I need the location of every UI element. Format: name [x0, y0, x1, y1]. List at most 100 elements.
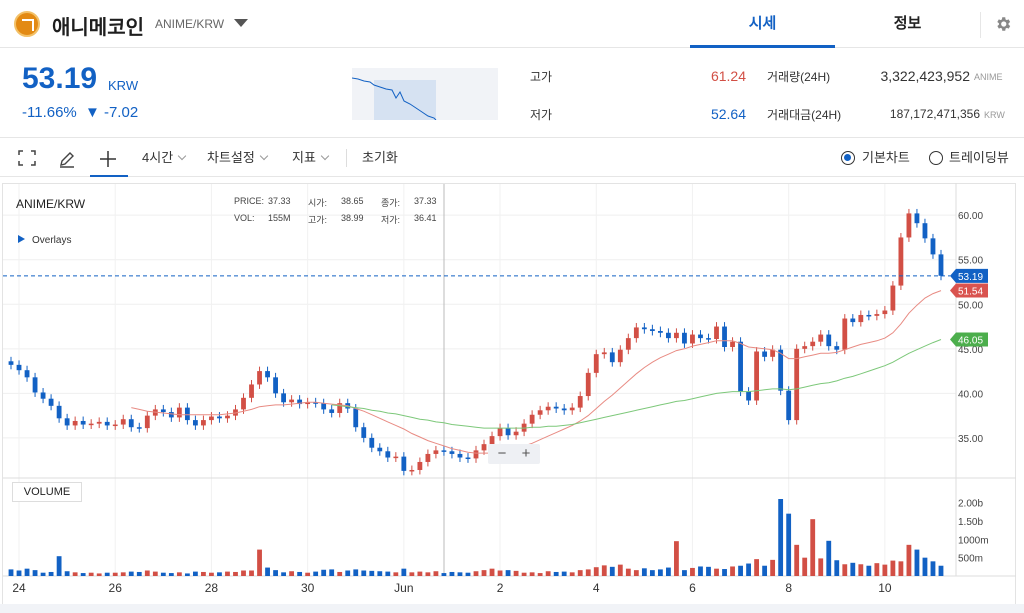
volume-bar [425, 572, 431, 576]
candle [738, 341, 743, 392]
ohlc-low-label: 저가: [381, 215, 401, 225]
tradingview-radio[interactable] [929, 151, 943, 165]
volume-bar [265, 567, 270, 576]
tab-info[interactable]: 정보 [835, 0, 980, 48]
candle [802, 346, 808, 349]
candle [810, 341, 816, 347]
fullscreen-icon[interactable] [18, 139, 40, 177]
candle [16, 364, 22, 371]
volume-bar [457, 572, 463, 576]
volume-bar [433, 571, 439, 576]
ma-short-tag: 51.54 [958, 287, 983, 298]
chevron-down-icon [259, 151, 269, 161]
candle [32, 377, 38, 393]
volume-tick-label: 1000m [958, 535, 989, 546]
candle [938, 254, 944, 276]
volume-bar [625, 568, 631, 576]
volume-bar [321, 569, 327, 576]
volume-bar [313, 571, 319, 576]
bottom-strip [0, 604, 1024, 613]
volume-bar [249, 570, 254, 576]
candle [321, 403, 327, 410]
chevron-down-icon[interactable] [234, 19, 248, 27]
candle [64, 418, 70, 426]
volume-bar [257, 549, 262, 576]
volume-bar [369, 570, 375, 576]
volume-tick-label: 1.50b [958, 517, 983, 528]
candle [633, 327, 639, 339]
candle [72, 420, 78, 426]
volume-bar [345, 570, 351, 576]
candle [874, 314, 880, 316]
candle [8, 361, 14, 365]
volume-bar [409, 572, 415, 576]
basic-chart-radio[interactable] [841, 151, 855, 165]
gear-icon[interactable] [980, 12, 1024, 38]
volume-bar [489, 568, 495, 576]
interval-select[interactable]: 4시간 [142, 139, 187, 177]
candle [457, 453, 463, 458]
crosshair-icon[interactable] [90, 139, 128, 177]
chart-area[interactable]: 60.00 55.00 50.00 45.00 40.00 35.00 24 26 28 30 Ju… [0, 178, 1024, 613]
volume-bar [465, 572, 471, 576]
zoom-in-button[interactable]: + [514, 445, 538, 462]
candle [682, 332, 687, 344]
volume-bar [690, 567, 695, 576]
zoom-out-button[interactable]: − [490, 445, 514, 462]
volume-bar [233, 571, 238, 576]
chart-settings-button[interactable]: 차트설정 [207, 139, 269, 177]
low-value: 52.64 [710, 106, 746, 122]
volume-bar [698, 566, 703, 576]
candle [481, 444, 487, 451]
zoom-controls: − + [488, 444, 540, 464]
candle [209, 416, 214, 421]
candle [385, 451, 391, 458]
volume-bar [128, 571, 134, 576]
ohlc-vol: 155M [268, 213, 291, 223]
volume-bar [168, 573, 174, 576]
candle [160, 409, 166, 413]
volume-bar [898, 561, 904, 576]
candle [265, 371, 270, 378]
volume-bar [329, 569, 335, 576]
change-amount: -7.02 [103, 104, 139, 121]
volume-bar [754, 559, 760, 576]
candle [818, 334, 824, 342]
indicators-button[interactable]: 지표 [292, 139, 330, 177]
volume-bar [281, 572, 286, 576]
price-unit: KRW [108, 78, 139, 93]
basic-chart-label[interactable]: 기본차트 [862, 139, 910, 177]
candle [914, 213, 920, 224]
tab-quote[interactable]: 시세 [690, 0, 835, 48]
candle [834, 346, 840, 350]
x-tick-label: 26 [109, 581, 123, 595]
volume-bar [553, 571, 559, 576]
volume-bar [794, 544, 800, 576]
pencil-icon[interactable] [58, 139, 80, 177]
volume-bar [818, 558, 824, 576]
volume-bar [201, 571, 206, 576]
volume-bar [16, 570, 22, 576]
volume-bar [601, 565, 607, 576]
candle [48, 398, 54, 406]
candle [505, 428, 511, 436]
candle [257, 371, 262, 385]
tradingview-label[interactable]: 트레이딩뷰 [949, 139, 1009, 177]
volume-bar [826, 540, 832, 576]
coin-logo [14, 11, 40, 37]
candle [674, 332, 679, 339]
candle [104, 421, 110, 426]
volume-bar [24, 568, 30, 576]
candle [649, 329, 655, 331]
price-change: -11.66% ▼ -7.02 [22, 104, 138, 121]
candle [601, 352, 607, 355]
volume-bar [96, 573, 102, 576]
y-tick-label: 55.00 [958, 256, 983, 267]
y-tick-label: 35.00 [958, 434, 983, 445]
divider [346, 149, 347, 167]
candle [922, 223, 928, 239]
reset-button[interactable]: 초기화 [362, 139, 398, 177]
overlays-toggle[interactable]: Overlays [18, 235, 71, 246]
volume-bar [778, 499, 784, 576]
candlestick-chart[interactable]: 60.0055.0050.0045.0040.0035.0024 26 28 30 Ju… [0, 178, 1024, 605]
